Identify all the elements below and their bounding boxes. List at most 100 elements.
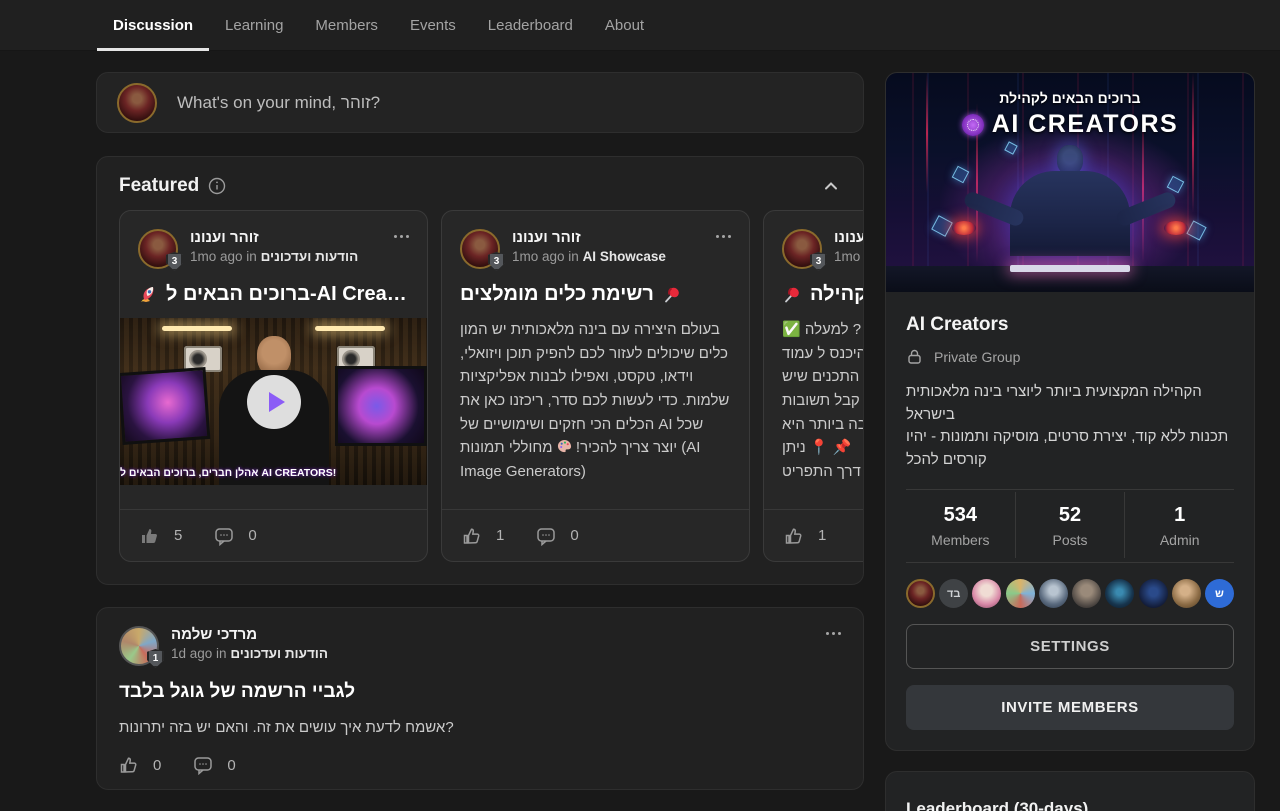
post-body: בעולם היצירה עם בינה מלאכותית יש המון כל…	[442, 306, 749, 484]
tab-members[interactable]: Members	[299, 0, 394, 51]
post-meta: 1mo ago in AI Showcase	[512, 249, 704, 264]
author-name[interactable]: זוהר וענונו	[512, 229, 704, 246]
group-description: הקהילה המקצועית ביותר ליוצרי בינה מלאכות…	[906, 381, 1234, 471]
tab-about[interactable]: About	[589, 0, 660, 51]
level-badge: 1	[147, 649, 164, 668]
leaderboard-card: Leaderboard (30-days)	[885, 771, 1255, 811]
stat-admin[interactable]: 1 Admin	[1124, 492, 1234, 558]
invite-members-button[interactable]: INVITE MEMBERS	[906, 685, 1234, 730]
settings-button[interactable]: SETTINGS	[906, 624, 1234, 669]
author-name[interactable]: זוהר וענונו	[834, 229, 864, 246]
post-options-button[interactable]	[826, 626, 841, 666]
featured-cards-carousel[interactable]: 3 זוהר וענונו 1mo ago in הודעות ועדכונים	[119, 210, 864, 562]
group-name: AI Creators	[906, 314, 1234, 336]
post-body: אשמח לדעת איך עושים את זה. והאם יש בזה י…	[119, 719, 841, 736]
like-count: 1	[818, 527, 826, 544]
tab-events[interactable]: Events	[394, 0, 472, 51]
group-cover-image: ברוכים הבאים לקהילת AI CREATORS	[886, 73, 1254, 292]
space-link[interactable]: AI Showcase	[583, 249, 666, 264]
featured-post-card[interactable]: 3 זוהר וענונו 1mo ago in AI Showcase רשי…	[441, 210, 750, 562]
author-avatar[interactable]: 1	[119, 626, 159, 666]
post-meta: 1mo	[834, 249, 864, 264]
like-count: 0	[153, 757, 161, 774]
composer-prompt: What's on your mind, זוהר?	[177, 93, 380, 113]
author-avatar[interactable]: 3	[138, 229, 178, 269]
member-avatar[interactable]	[906, 579, 935, 608]
comment-icon[interactable]	[536, 526, 556, 546]
member-avatar[interactable]: ש	[1205, 579, 1234, 608]
member-avatar[interactable]: בד	[939, 579, 968, 608]
leaderboard-heading: Leaderboard (30-days)	[906, 799, 1234, 811]
featured-heading: Featured	[119, 175, 199, 197]
group-stats: 534 Members 52 Posts 1 Admin	[906, 492, 1234, 558]
post-meta: 1mo ago in הודעות ועדכונים	[190, 249, 382, 264]
like-count: 5	[174, 527, 182, 544]
member-avatar[interactable]	[972, 579, 1001, 608]
member-avatar[interactable]	[1072, 579, 1101, 608]
post-timestamp: 1d ago in	[171, 646, 227, 661]
post-body: ✅ למעלה ? היכנס ל עמוד התכנים שיש קבל תש…	[764, 306, 864, 484]
community-nav-bar: Discussion Learning Members Events Leade…	[0, 0, 1280, 51]
post-title[interactable]: רשימת כלים מומלצים	[442, 269, 749, 306]
play-button-icon[interactable]	[247, 375, 301, 429]
post-title[interactable]: לגביי הרשמה של גוגל בלבד	[119, 681, 841, 703]
comment-count: 0	[570, 527, 578, 544]
author-name[interactable]: זוהר וענונו	[190, 229, 382, 246]
section-tabs: Discussion Learning Members Events Leade…	[97, 0, 660, 51]
space-link[interactable]: הודעות ועדכונים	[261, 249, 359, 264]
like-icon[interactable]	[140, 526, 160, 546]
pin-icon	[782, 285, 802, 305]
stat-posts[interactable]: 52 Posts	[1015, 492, 1125, 558]
post-options-button[interactable]	[716, 229, 731, 269]
member-avatar[interactable]	[1039, 579, 1068, 608]
tab-learning[interactable]: Learning	[209, 0, 299, 51]
palette-icon	[557, 439, 572, 454]
author-name[interactable]: מרדכי שלמה	[171, 626, 814, 643]
feed-post[interactable]: 1 מרדכי שלמה 1d ago in הודעות ועדכונים ל…	[96, 607, 864, 790]
comment-icon[interactable]	[214, 526, 234, 546]
rocket-icon	[138, 285, 158, 305]
comment-count: 0	[227, 757, 235, 774]
author-avatar[interactable]: 3	[460, 229, 500, 269]
post-timestamp: 1mo	[834, 249, 860, 264]
post-title[interactable]: ברוכים הבאים ל-AI Creat...	[120, 269, 427, 306]
current-user-avatar[interactable]	[117, 83, 157, 123]
monitor-prop	[335, 366, 427, 446]
video-caption: אהלן חברים, ברוכים הבאים ל AI CREATORS!	[120, 467, 427, 479]
comment-icon[interactable]	[193, 755, 213, 775]
stat-members[interactable]: 534 Members	[906, 492, 1015, 558]
pin-icon	[662, 285, 682, 305]
tab-discussion[interactable]: Discussion	[97, 0, 209, 51]
tab-leaderboard[interactable]: Leaderboard	[472, 0, 589, 51]
featured-post-card[interactable]: 3 זוהר וענונו 1mo חוקי הקהילה ✅ למעלה	[763, 210, 864, 562]
monitor-prop	[120, 367, 210, 445]
post-options-button[interactable]	[394, 229, 409, 269]
lock-icon	[906, 348, 923, 365]
featured-post-card[interactable]: 3 זוהר וענונו 1mo ago in הודעות ועדכונים	[119, 210, 428, 562]
member-avatar[interactable]	[1105, 579, 1134, 608]
cover-brand-text: AI CREATORS	[992, 110, 1178, 139]
comment-count: 0	[248, 527, 256, 544]
featured-section: Featured 3 זוהר וענונו 1mo ago in הודעות…	[96, 156, 864, 585]
privacy-label: Private Group	[934, 349, 1020, 365]
space-link[interactable]: הודעות ועדכונים	[230, 646, 328, 661]
brain-icon	[962, 114, 984, 136]
chevron-up-icon[interactable]	[823, 178, 839, 194]
post-composer[interactable]: What's on your mind, זוהר?	[96, 72, 864, 133]
like-count: 1	[496, 527, 504, 544]
member-avatar[interactable]	[1172, 579, 1201, 608]
post-title[interactable]: חוקי הקהילה	[764, 269, 864, 306]
info-icon[interactable]	[208, 177, 226, 195]
post-timestamp: 1mo ago in	[190, 249, 257, 264]
cover-welcome-text: ברוכים הבאים לקהילת	[886, 90, 1254, 106]
member-avatars-row[interactable]: בד ש	[906, 579, 1234, 608]
like-icon[interactable]	[784, 526, 804, 546]
like-icon[interactable]	[462, 526, 482, 546]
post-timestamp: 1mo ago in	[512, 249, 579, 264]
like-icon[interactable]	[119, 755, 139, 775]
group-info-card: ברוכים הבאים לקהילת AI CREATORS AI Creat…	[885, 72, 1255, 751]
member-avatar[interactable]	[1139, 579, 1168, 608]
video-thumbnail[interactable]: אהלן חברים, ברוכים הבאים ל AI CREATORS!	[120, 318, 427, 485]
member-avatar[interactable]	[1006, 579, 1035, 608]
author-avatar[interactable]: 3	[782, 229, 822, 269]
